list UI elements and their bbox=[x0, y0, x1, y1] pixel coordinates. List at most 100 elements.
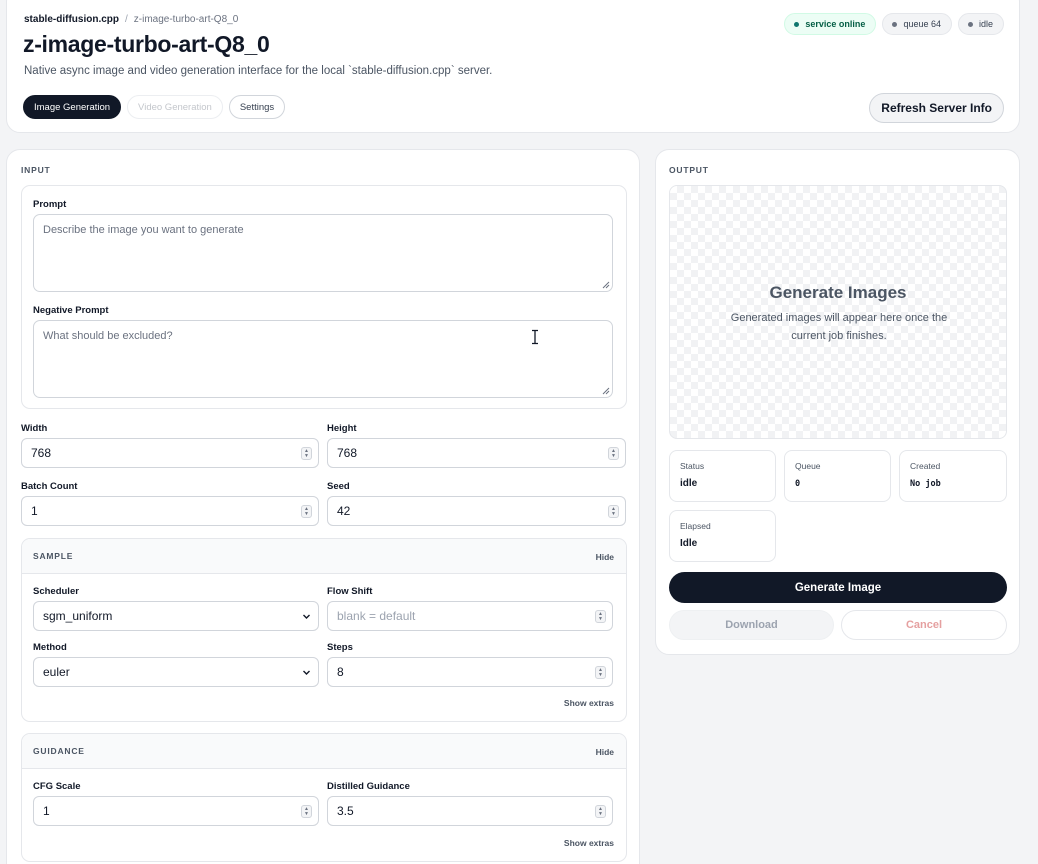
width-label: Width bbox=[21, 423, 48, 434]
queue-badge-text: queue 64 bbox=[903, 19, 941, 29]
prompt-placeholder: Describe the image you want to generate bbox=[43, 224, 244, 236]
guidance-hide-button[interactable]: Hide bbox=[596, 747, 614, 757]
page-title: z-image-turbo-art-Q8_0 bbox=[23, 31, 270, 57]
spinner-icon[interactable]: ▲ ▼ bbox=[301, 805, 312, 818]
width-input[interactable]: 768 ▲ ▼ bbox=[21, 438, 319, 468]
prompt-group: Prompt Describe the image you want to ge… bbox=[21, 185, 627, 409]
flow-shift-input[interactable]: blank = default ▲ ▼ bbox=[327, 601, 613, 631]
batch-count-value: 1 bbox=[31, 504, 38, 518]
flow-shift-placeholder: blank = default bbox=[337, 609, 416, 623]
guidance-panel-header: GUIDANCE Hide bbox=[22, 734, 626, 769]
status-badges: service online queue 64 idle bbox=[784, 13, 1004, 35]
queue-stat-value: 0 bbox=[795, 479, 801, 489]
scheduler-select[interactable]: sgm_uniform bbox=[33, 601, 319, 631]
refresh-server-info-button[interactable]: Refresh Server Info bbox=[869, 93, 1004, 123]
sample-panel-header: SAMPLE Hide bbox=[22, 539, 626, 574]
steps-label: Steps bbox=[327, 642, 353, 653]
guidance-section-label: GUIDANCE bbox=[33, 746, 85, 756]
flow-shift-label: Flow Shift bbox=[327, 586, 373, 597]
batch-count-label: Batch Count bbox=[21, 481, 78, 492]
created-stat-label: Created bbox=[910, 461, 941, 471]
guidance-show-extras-button[interactable]: Show extras bbox=[564, 838, 614, 848]
seed-input[interactable]: 42 ▲ ▼ bbox=[327, 496, 626, 526]
cfg-scale-input[interactable]: 1 ▲ ▼ bbox=[33, 796, 319, 826]
scheduler-value: sgm_uniform bbox=[43, 609, 113, 623]
scheduler-label: Scheduler bbox=[33, 586, 79, 597]
seed-value: 42 bbox=[337, 504, 351, 518]
created-stat-value: No job bbox=[910, 479, 941, 489]
elapsed-stat-label: Elapsed bbox=[680, 521, 711, 531]
elapsed-stat: Elapsed Idle bbox=[669, 510, 776, 562]
download-button[interactable]: Download bbox=[669, 610, 834, 640]
created-stat: Created No job bbox=[899, 450, 1007, 502]
spinner-icon[interactable]: ▲ ▼ bbox=[595, 666, 606, 679]
prompt-textarea[interactable]: Describe the image you want to generate bbox=[33, 214, 613, 292]
method-select[interactable]: euler bbox=[33, 657, 319, 687]
tabs: Image Generation Video Generation Settin… bbox=[23, 95, 286, 119]
breadcrumb-root[interactable]: stable-diffusion.cpp bbox=[24, 14, 119, 25]
chevron-down-icon bbox=[303, 670, 310, 675]
height-input[interactable]: 768 ▲ ▼ bbox=[327, 438, 626, 468]
sample-panel: SAMPLE Hide Scheduler sgm_uniform Flow S… bbox=[21, 538, 627, 722]
guidance-panel: GUIDANCE Hide CFG Scale 1 ▲ ▼ Distilled G… bbox=[21, 733, 627, 862]
status-stat-value: idle bbox=[680, 478, 698, 489]
width-value: 768 bbox=[31, 446, 52, 460]
sample-section-label: SAMPLE bbox=[33, 551, 74, 561]
spinner-icon[interactable]: ▲ ▼ bbox=[595, 610, 606, 623]
spinner-icon[interactable]: ▲ ▼ bbox=[301, 447, 312, 460]
distilled-guidance-value: 3.5 bbox=[337, 804, 354, 818]
preview-text: Generated images will appear here once t… bbox=[730, 312, 948, 342]
method-label: Method bbox=[33, 642, 67, 653]
breadcrumb-separator: / bbox=[125, 14, 128, 25]
status-dot-icon bbox=[967, 21, 973, 27]
steps-input[interactable]: 8 ▲ ▼ bbox=[327, 657, 613, 687]
idle-badge: idle bbox=[957, 13, 1004, 35]
elapsed-stat-value: Idle bbox=[680, 538, 698, 549]
height-value: 768 bbox=[337, 446, 358, 460]
distilled-guidance-input[interactable]: 3.5 ▲ ▼ bbox=[327, 796, 613, 826]
sample-hide-button[interactable]: Hide bbox=[596, 552, 614, 562]
status-stat-label: Status bbox=[680, 461, 705, 471]
height-label: Height bbox=[327, 423, 357, 434]
input-panel: INPUT Prompt Describe the image you want… bbox=[6, 149, 640, 864]
tab-image-generation[interactable]: Image Generation bbox=[23, 95, 122, 119]
page-subtitle: Native async image and video generation … bbox=[24, 65, 493, 77]
resize-handle-icon[interactable] bbox=[601, 386, 610, 395]
sample-show-extras-button[interactable]: Show extras bbox=[564, 698, 614, 708]
service-status-badge: service online bbox=[784, 13, 877, 35]
seed-label: Seed bbox=[327, 481, 350, 492]
service-status-text: service online bbox=[805, 19, 866, 29]
resize-handle-icon[interactable] bbox=[601, 280, 610, 289]
spinner-icon[interactable]: ▲ ▼ bbox=[595, 805, 606, 818]
steps-value: 8 bbox=[337, 665, 344, 679]
cancel-button[interactable]: Cancel bbox=[841, 610, 1007, 640]
preview-title: Generate Images bbox=[769, 283, 907, 302]
spinner-icon[interactable]: ▲ ▼ bbox=[301, 505, 312, 518]
negative-prompt-placeholder: What should be excluded? bbox=[43, 330, 173, 342]
tab-settings[interactable]: Settings bbox=[228, 95, 286, 119]
text-cursor-icon bbox=[532, 329, 538, 345]
generate-image-button[interactable]: Generate Image bbox=[669, 572, 1007, 603]
cfg-scale-value: 1 bbox=[43, 804, 50, 818]
prompt-label: Prompt bbox=[33, 199, 67, 210]
chevron-down-icon bbox=[303, 614, 310, 619]
status-stat: Status idle bbox=[669, 450, 776, 502]
queue-badge: queue 64 bbox=[882, 13, 952, 35]
cfg-scale-label: CFG Scale bbox=[33, 781, 81, 792]
spinner-icon[interactable]: ▲ ▼ bbox=[608, 447, 619, 460]
distilled-guidance-label: Distilled Guidance bbox=[327, 781, 410, 792]
negative-prompt-label: Negative Prompt bbox=[33, 305, 109, 316]
output-panel: OUTPUT Generate Images Generated images … bbox=[655, 149, 1020, 655]
breadcrumb-current: z-image-turbo-art-Q8_0 bbox=[133, 14, 239, 25]
batch-count-input[interactable]: 1 ▲ ▼ bbox=[21, 496, 319, 526]
image-preview: Generate Images Generated images will ap… bbox=[669, 185, 1007, 439]
input-section-label: INPUT bbox=[21, 165, 51, 175]
spinner-icon[interactable]: ▲ ▼ bbox=[608, 505, 619, 518]
breadcrumb: stable-diffusion.cpp / z-image-turbo-art… bbox=[24, 14, 238, 25]
negative-prompt-textarea[interactable]: What should be excluded? bbox=[33, 320, 613, 398]
output-section-label: OUTPUT bbox=[669, 165, 709, 175]
idle-badge-text: idle bbox=[978, 19, 993, 29]
status-dot-icon bbox=[892, 21, 898, 27]
tab-video-generation[interactable]: Video Generation bbox=[127, 95, 223, 119]
status-dot-icon bbox=[794, 21, 800, 27]
